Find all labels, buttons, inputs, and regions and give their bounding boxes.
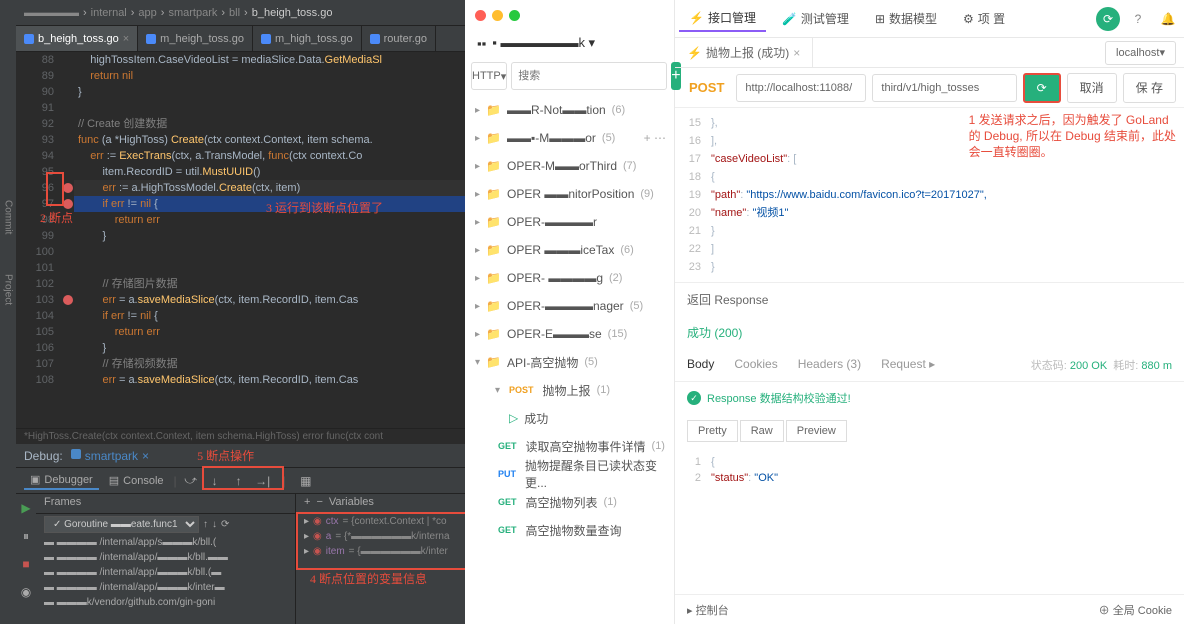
annotation-5: 5 断点操作 [197, 447, 254, 464]
frame-row[interactable]: ▬ ▬▬▬▬ /internal/app/▬▬▬k/inter▬ [36, 580, 295, 595]
debug-panel: *HighToss.Create(ctx context.Context, it… [16, 428, 465, 624]
global-cookie[interactable]: ⊕ 全局 Cookie [1099, 602, 1172, 618]
editor-tabs: b_heigh_toss.go× m_heigh_toss.go m_high_… [16, 26, 465, 52]
sync-icon[interactable]: ⟳ [1096, 7, 1120, 31]
goroutine-select[interactable]: ✓ Goroutine ▬▬eate.func1 [44, 516, 199, 533]
notification-icon[interactable]: 🔔 [1156, 7, 1180, 31]
tab-b-heigh-toss[interactable]: b_heigh_toss.go× [16, 26, 138, 51]
frame-row[interactable]: ▬ ▬▬▬▬ /internal/app/▬▬▬k/bll.(▬ [36, 565, 295, 580]
evaluate-icon[interactable]: ▦ [296, 471, 316, 491]
debug-title: Debug: [24, 449, 63, 463]
annotation-2: 2 断点 [40, 210, 73, 226]
tree-endpoint[interactable]: GET高空抛物数量查询 [465, 516, 674, 544]
tab-router[interactable]: router.go [362, 26, 436, 51]
tree-endpoint[interactable]: PUT抛物提醒条目已读状态变更... [465, 460, 674, 488]
preview-button[interactable]: Preview [786, 420, 847, 442]
tree-folder[interactable]: ▸📁▬▬▪-M▬▬▬or (5)+ ⋯ [465, 124, 674, 152]
http-select[interactable]: HTTP ▾ [471, 62, 507, 90]
ide-gutter: Commit Project [0, 0, 16, 624]
tree-folder[interactable]: ▸📁OPER- ▬▬▬▬g (2) [465, 264, 674, 292]
vars-header: Variables [329, 496, 374, 511]
request-body[interactable]: 1 发送请求之后，因为触发了 GoLand 的 Debug, 所以在 Debug… [675, 108, 1184, 282]
env-select[interactable]: localhost ▾ [1105, 41, 1176, 65]
raw-button[interactable]: Raw [740, 420, 784, 442]
response-status: 成功 (200) [675, 316, 1184, 349]
tab-m-heigh-toss[interactable]: m_heigh_toss.go [138, 26, 253, 51]
tree-folder[interactable]: ▸📁▬▬R-Not▬▬tion (6) [465, 96, 674, 124]
console-toggle[interactable]: ▸ 控制台 [687, 602, 729, 618]
tree-folder[interactable]: ▸📁OPER-▬▬▬▬nager (5) [465, 292, 674, 320]
gutter-project[interactable]: Project [3, 274, 14, 305]
response-valid: ✓Response 数据结构校验通过! [675, 382, 1184, 414]
api-tree[interactable]: ▸📁▬▬R-Not▬▬tion (6)▸📁▬▬▪-M▬▬▬or (5)+ ⋯▸📁… [465, 96, 674, 624]
tree-folder[interactable]: ▸📁OPER ▬▬nitorPosition (9) [465, 180, 674, 208]
line-numbers: 8889909192939495969798991001011021031041… [16, 52, 62, 428]
nav-settings[interactable]: ⚙项 置 [953, 6, 1015, 31]
code-editor[interactable]: 2 断点 3 运行到该断点位置了 88899091929394959697989… [16, 52, 465, 428]
tree-endpoint[interactable]: ▾POST抛物上报 (1) [465, 376, 674, 404]
response-header: 返回 Response [675, 282, 1184, 316]
tree-folder[interactable]: ▸📁OPER-M▬▬orThird (7) [465, 152, 674, 180]
debug-hint: *HighToss.Create(ctx context.Context, it… [16, 429, 465, 444]
cancel-button[interactable]: 取消 [1067, 73, 1117, 103]
tree-folder[interactable]: ▸📁OPER-E▬▬▬se (15) [465, 320, 674, 348]
send-button[interactable]: ⟳ [1023, 73, 1061, 103]
debugger-tab[interactable]: ▣Debugger [24, 471, 99, 490]
tree-folder[interactable]: ▸📁OPER ▬▬▬iceTax (6) [465, 236, 674, 264]
url-base[interactable]: http://localhost:11088/ [736, 74, 866, 102]
tab-m-high-toss[interactable]: m_high_toss.go [253, 26, 362, 51]
resp-tab-body[interactable]: Body [687, 357, 714, 373]
gutter-commit[interactable]: Commit [3, 200, 14, 234]
method-label[interactable]: POST [683, 80, 730, 95]
resp-tab-request[interactable]: Request ▸ [881, 357, 935, 373]
frame-row[interactable]: ▬ ▬▬▬▬ /internal/app/s▬▬▬k/bll.( [36, 535, 295, 550]
window-controls[interactable] [465, 0, 674, 30]
annotation-1: 1 发送请求之后，因为触发了 GoLand 的 Debug, 所以在 Debug… [969, 112, 1176, 160]
resume-icon[interactable]: ▶ [16, 498, 36, 518]
view-breakpoints-icon[interactable]: ◉ [16, 582, 36, 602]
tree-endpoint[interactable]: GET高空抛物列表 (1) [465, 488, 674, 516]
annotation-3: 3 运行到该断点位置了 [266, 200, 383, 216]
resp-tab-cookies[interactable]: Cookies [734, 357, 777, 373]
workspace-name[interactable]: ▪▪ ▪ ▬▬▬▬▬▬k ▾ [465, 30, 674, 56]
frames-header: Frames [36, 494, 295, 514]
pause-icon[interactable]: ⏸ [16, 526, 36, 546]
breadcrumb: ▬▬▬▬▬ › internal › app › smartpark › bll… [16, 0, 465, 26]
save-button[interactable]: 保 存 [1123, 73, 1176, 103]
request-tab[interactable]: ⚡抛物上报 (成功)× [675, 38, 813, 67]
top-nav: ⚡接口管理 🧪测试管理 ⊞数据模型 ⚙项 置 ⟳ ? 🔔 [675, 0, 1184, 38]
frame-row[interactable]: ▬ ▬▬▬k/vendor/github.com/gin-goni [36, 595, 295, 610]
url-path[interactable]: third/v1/high_tosses [872, 74, 1016, 102]
nav-api-mgmt[interactable]: ⚡接口管理 [679, 5, 766, 32]
search-input[interactable] [511, 62, 667, 90]
tree-endpoint[interactable]: GET读取高空抛物事件详情 (1) [465, 432, 674, 460]
nav-data-model[interactable]: ⊞数据模型 [865, 6, 947, 31]
console-tab[interactable]: ▤Console [103, 472, 170, 489]
tree-folder[interactable]: ▾📁API-高空抛物 (5) [465, 348, 674, 376]
help-icon[interactable]: ? [1126, 7, 1150, 31]
nav-test-mgmt[interactable]: 🧪测试管理 [772, 6, 859, 31]
tree-folder[interactable]: ▸📁OPER-▬▬▬▬r [465, 208, 674, 236]
stop-icon[interactable]: ■ [16, 554, 36, 574]
pretty-button[interactable]: Pretty [687, 420, 738, 442]
tree-endpoint[interactable]: ▷成功 [465, 404, 674, 432]
response-body: 1{2 "status": "OK" [675, 448, 1184, 492]
annotation-4: 4 断点位置的变量信息 [310, 570, 427, 587]
resp-tab-headers[interactable]: Headers (3) [798, 357, 861, 373]
step-over-icon[interactable]: ⤻ [181, 471, 201, 491]
frame-row[interactable]: ▬ ▬▬▬▬ /internal/app/▬▬▬k/bll.▬▬ [36, 550, 295, 565]
